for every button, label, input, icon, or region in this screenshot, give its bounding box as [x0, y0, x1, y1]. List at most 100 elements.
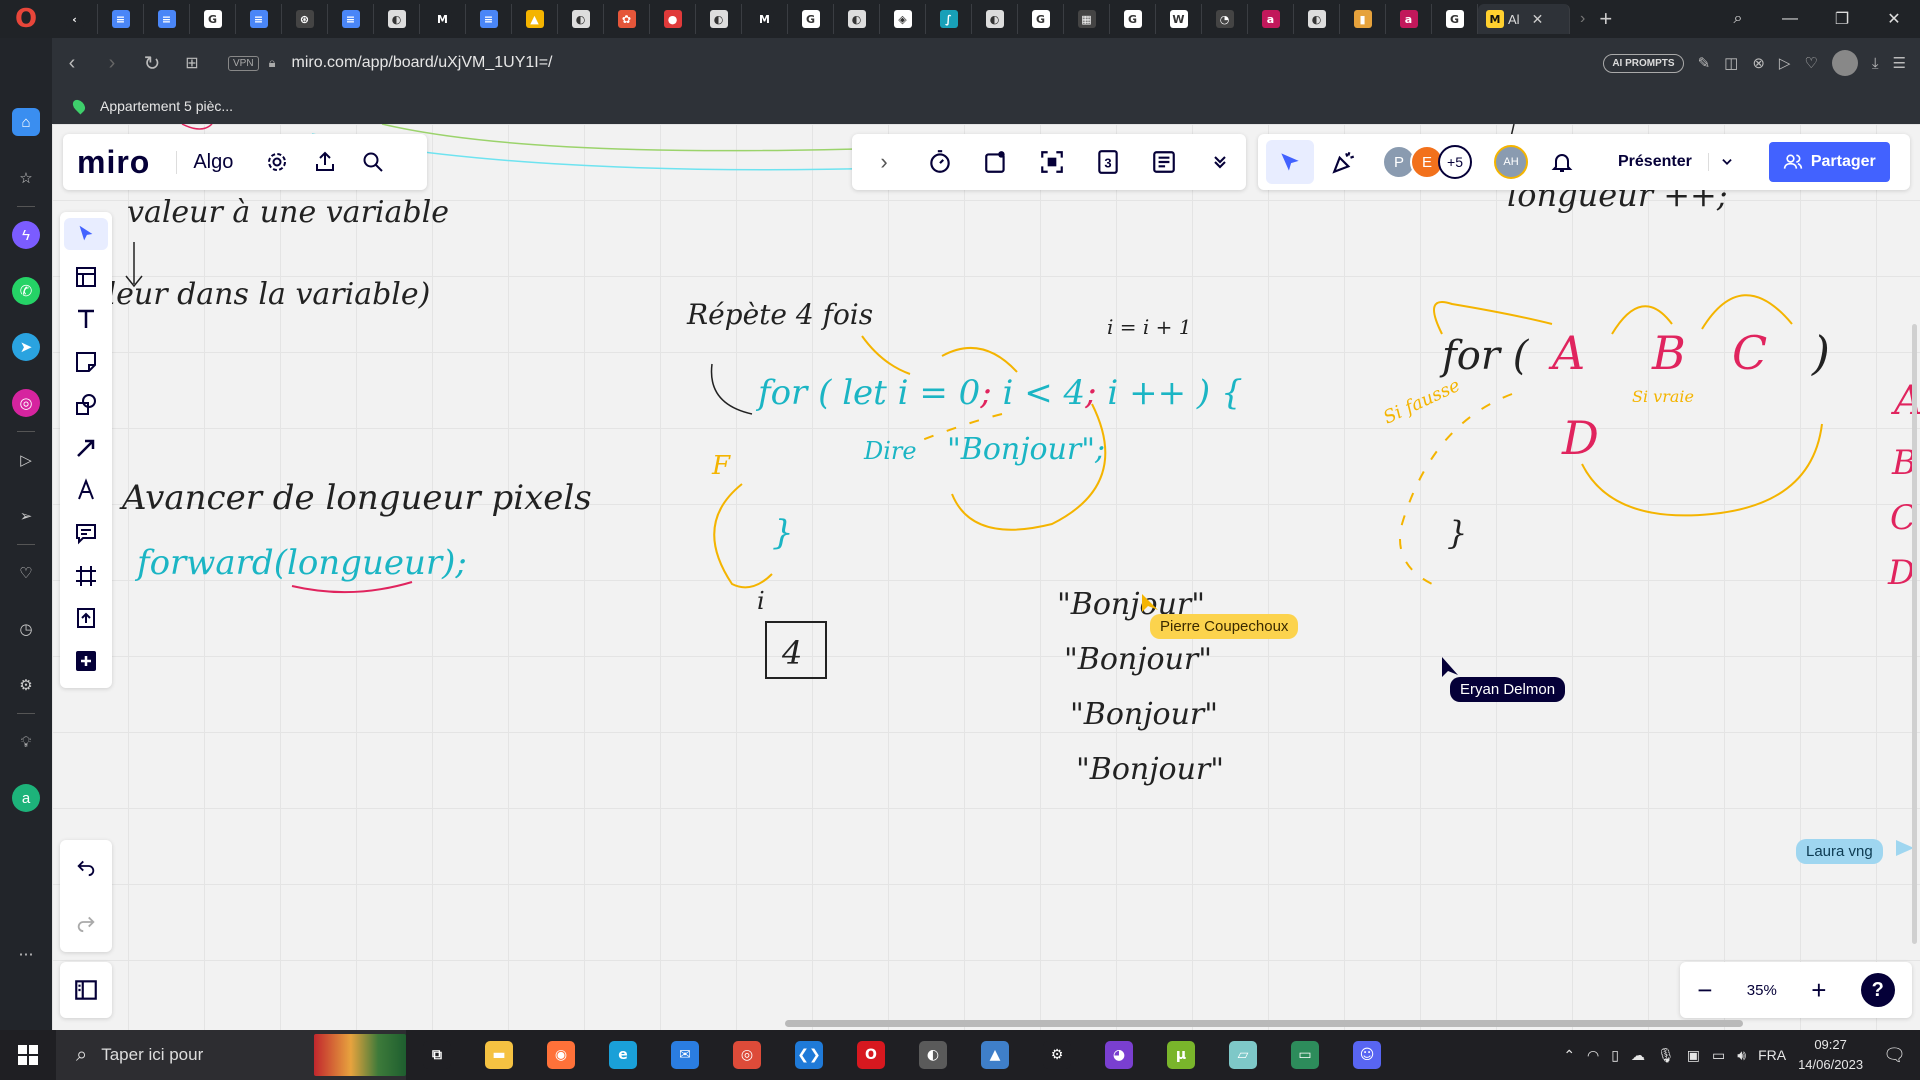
more-apps-icon[interactable] — [64, 645, 108, 677]
browser-tab[interactable]: ≡ — [144, 4, 190, 34]
history-icon[interactable]: ◷ — [12, 615, 40, 643]
windows-start-icon[interactable] — [0, 1030, 56, 1080]
utorrent-icon[interactable]: µ — [1150, 1030, 1212, 1080]
browser-tab[interactable]: a — [1386, 4, 1432, 34]
file-explorer-icon[interactable]: ▬ — [468, 1030, 530, 1080]
browser-tab[interactable]: M — [742, 4, 788, 34]
comment-tool-icon[interactable] — [64, 517, 108, 549]
aria-icon[interactable]: a — [12, 784, 40, 812]
download-icon[interactable]: ⤓ — [1872, 55, 1879, 72]
sticky-note-tool-icon[interactable] — [64, 346, 108, 378]
instagram-icon[interactable]: ◎ — [12, 389, 40, 417]
browser-tab[interactable]: ● — [650, 4, 696, 34]
vertical-scrollbar[interactable] — [1912, 324, 1917, 944]
browser-tab[interactable]: ◐ — [972, 4, 1018, 34]
photos-icon[interactable]: ▲ — [964, 1030, 1026, 1080]
present-dropdown-icon[interactable] — [1713, 142, 1741, 182]
task-view-icon[interactable]: ⧉ — [406, 1030, 468, 1080]
browser-tab[interactable]: G — [788, 4, 834, 34]
language-indicator[interactable]: FRA — [1758, 1047, 1786, 1063]
browser-tab[interactable]: ◔ — [1202, 4, 1248, 34]
text-tool-icon[interactable] — [64, 303, 108, 335]
flow-icon[interactable]: ➢ — [12, 502, 40, 530]
browser-tab[interactable]: ≡ — [328, 4, 374, 34]
new-tab-button[interactable]: + — [1599, 6, 1612, 32]
menu-icon[interactable]: ☰ — [1893, 54, 1906, 72]
miro-logo[interactable]: miro — [77, 144, 150, 181]
browser-tab[interactable]: ◐ — [558, 4, 604, 34]
discord-icon[interactable]: ☺ — [1336, 1030, 1398, 1080]
settings-icon[interactable] — [257, 142, 297, 182]
more-collaborators-badge[interactable]: +5 — [1438, 145, 1472, 179]
profile-avatar[interactable] — [1831, 50, 1858, 76]
browser-tab[interactable]: ▲ — [512, 4, 558, 34]
notifications-icon[interactable]: 🗨︎ — [1883, 1045, 1906, 1066]
redo-icon[interactable] — [75, 911, 97, 938]
focus-icon[interactable] — [1032, 142, 1072, 182]
chevron-right-icon[interactable]: › — [864, 142, 904, 182]
present-button[interactable]: Présenter — [1618, 153, 1709, 171]
taskbar-search[interactable]: ⌕ Taper ici pour — [56, 1030, 406, 1080]
browser-tab[interactable]: ◈ — [880, 4, 926, 34]
url-field[interactable]: miro.com/app/board/uXjVM_1UY1I=/ — [291, 54, 552, 72]
vpn-badge[interactable]: VPN — [228, 55, 259, 71]
browser-tab[interactable]: G — [1018, 4, 1064, 34]
speed-dial-icon[interactable]: ⊞ — [172, 43, 212, 83]
browser-tab[interactable]: ✿ — [604, 4, 650, 34]
browser-tab[interactable]: ≡ — [98, 4, 144, 34]
select-tool-icon[interactable] — [64, 218, 108, 250]
notepad-icon[interactable]: ▱ — [1212, 1030, 1274, 1080]
tab-active-miro[interactable]: M Al ✕ — [1478, 4, 1570, 34]
notes-icon[interactable] — [1144, 142, 1184, 182]
help-icon[interactable]: ? — [1860, 973, 1895, 1007]
browser-tab[interactable]: ▮ — [1340, 4, 1386, 34]
timer-icon[interactable] — [920, 142, 960, 182]
forward-button[interactable]: › — [92, 43, 132, 83]
self-avatar[interactable]: AH — [1494, 145, 1528, 179]
chrome-icon[interactable]: ◎ — [716, 1030, 778, 1080]
frames-count-icon[interactable]: 3 — [1088, 142, 1128, 182]
browser-tab[interactable]: ≡ — [466, 4, 512, 34]
frame-tool-icon[interactable] — [64, 560, 108, 592]
send-icon[interactable]: ▷ — [1779, 54, 1791, 72]
back-button[interactable]: ‹ — [52, 43, 92, 83]
eclipse-icon[interactable]: ◐ — [902, 1030, 964, 1080]
bookmark-item[interactable]: Appartement 5 pièc... — [100, 98, 233, 114]
cursor-follow-button[interactable] — [1266, 140, 1314, 184]
board-panels-button[interactable] — [60, 962, 112, 1018]
edge-icon[interactable]: e — [592, 1030, 654, 1080]
zoom-out-icon[interactable]: − — [1697, 975, 1712, 1006]
tab-scroll-right-icon[interactable]: › — [1580, 10, 1585, 28]
star-icon[interactable]: ☆ — [12, 164, 40, 192]
browser-tab[interactable]: ◐ — [696, 4, 742, 34]
player-icon[interactable]: ▷ — [12, 446, 40, 474]
chevron-up-icon[interactable]: ⌃ — [1563, 1047, 1575, 1064]
heart-icon[interactable]: ♡ — [1804, 54, 1817, 72]
voting-icon[interactable] — [976, 142, 1016, 182]
messenger-icon[interactable]: ϟ — [12, 221, 40, 249]
settings-icon[interactable]: ⚙ — [1026, 1030, 1088, 1080]
restore-button[interactable]: ❐ — [1816, 0, 1868, 38]
block-icon[interactable]: ⊗ — [1752, 54, 1765, 72]
battery-icon[interactable]: ▭ — [1712, 1047, 1725, 1064]
close-window-button[interactable]: ✕ — [1868, 0, 1920, 38]
home-icon[interactable]: ⌂ — [12, 108, 40, 136]
miro-board-canvas[interactable]: valeur à une variable (valeur dans la va… — [52, 124, 1920, 1030]
mail-icon[interactable]: ✉ — [654, 1030, 716, 1080]
more-icon[interactable]: ⋯ — [12, 940, 40, 968]
volume-icon[interactable]: 🔊︎ — [1737, 1047, 1746, 1064]
presentation-icon[interactable]: ▭ — [1274, 1030, 1336, 1080]
lock-icon[interactable]: 🔒︎ — [269, 55, 276, 71]
browser-tab[interactable]: ◐ — [834, 4, 880, 34]
heart-icon[interactable]: ♡ — [12, 559, 40, 587]
browser-tab[interactable]: a — [1248, 4, 1294, 34]
search-icon[interactable] — [353, 142, 393, 182]
browser-tab[interactable]: M — [420, 4, 466, 34]
notification-bell-icon[interactable] — [1542, 142, 1582, 182]
connection-line-tool-icon[interactable] — [64, 432, 108, 464]
browser-tab[interactable]: W — [1156, 4, 1202, 34]
browser-tab[interactable]: ◐ — [1294, 4, 1340, 34]
export-icon[interactable] — [305, 142, 345, 182]
templates-tool-icon[interactable] — [64, 261, 108, 293]
browser-tab[interactable]: ≡ — [236, 4, 282, 34]
